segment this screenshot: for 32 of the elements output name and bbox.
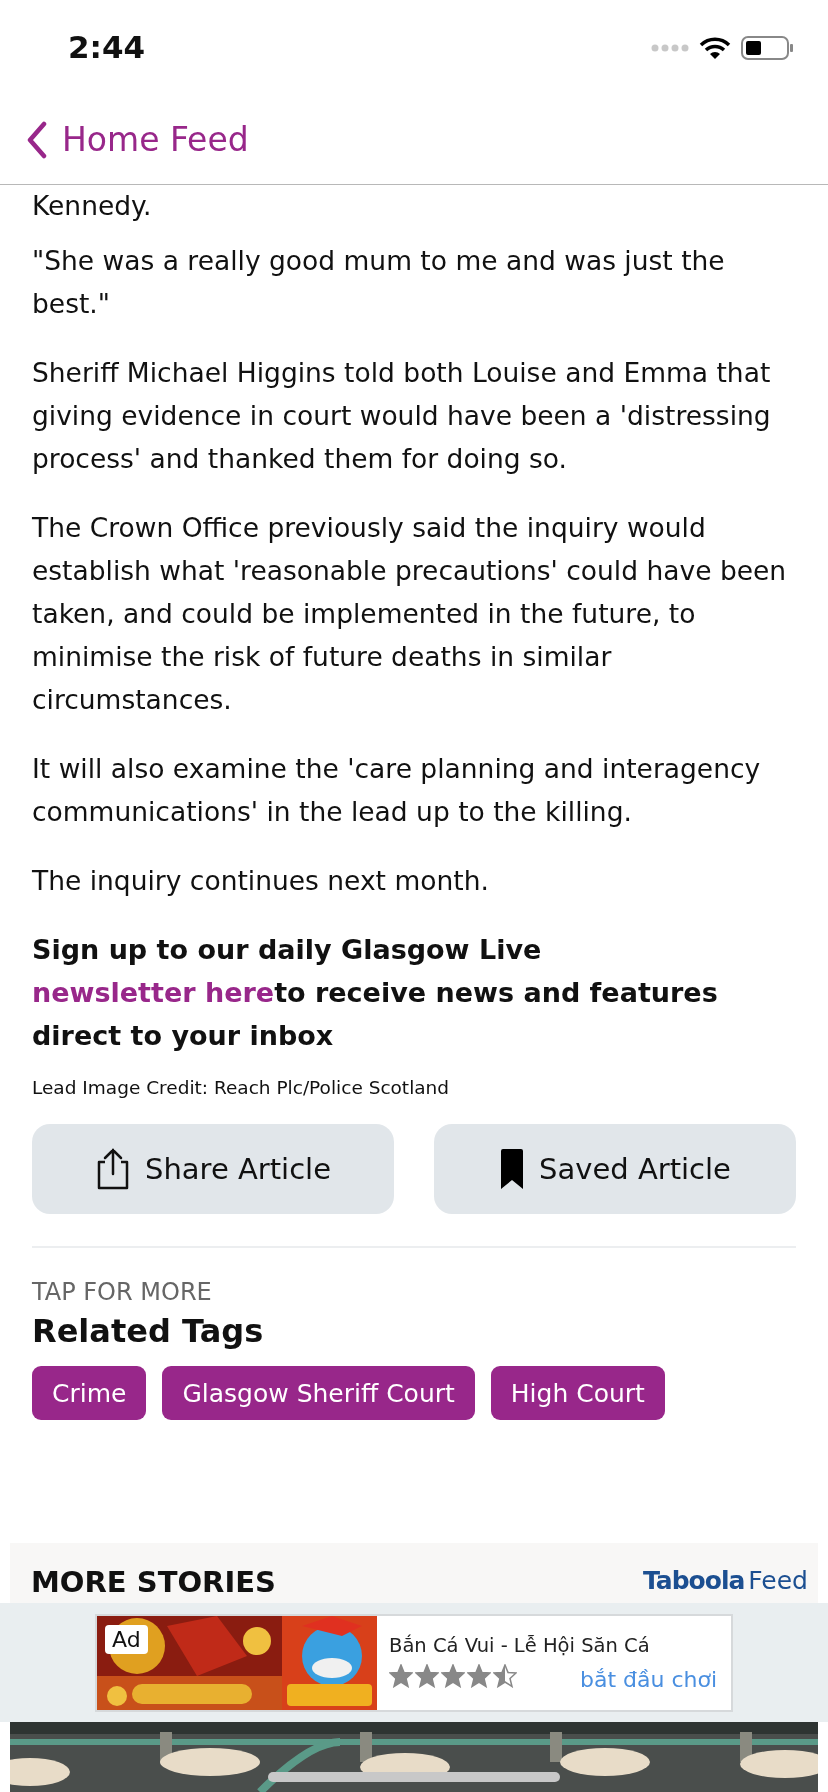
save-button[interactable]: Saved Article bbox=[434, 1124, 796, 1214]
back-chevron-icon bbox=[26, 120, 48, 159]
clock-time: 2:44 bbox=[68, 28, 146, 65]
bookmark-icon bbox=[499, 1148, 526, 1190]
section-title: MORE STORIES bbox=[31, 1565, 276, 1599]
battery-icon bbox=[741, 35, 794, 60]
tag-chip[interactable]: Glasgow Sheriff Court bbox=[162, 1366, 475, 1420]
article-paragraph: The inquiry continues next month. bbox=[32, 864, 490, 898]
section-title: Related Tags bbox=[32, 1312, 265, 1350]
article-paragraph: Sheriff Michael Higgins told both Louise and Emma that giving evidence in court would have been a 'distressing process' and thanked them for doing so. bbox=[32, 356, 772, 476]
article-paragraph: Kennedy. bbox=[32, 189, 153, 223]
article-paragraph: "She was a really good mum to me and was just the best." bbox=[32, 244, 726, 321]
provider-label: Feed bbox=[748, 1566, 808, 1595]
article-paragraph: The Crown Office previously said the inquiry would establish what 'reasonable precautions' could have been taken, and could be implemented in the future, to minimise the risk of future deaths in similar circumstances. bbox=[32, 511, 788, 717]
star-icon bbox=[389, 1664, 413, 1688]
share-button[interactable]: Share Article bbox=[32, 1124, 394, 1214]
newsletter-link[interactable]: newsletter here bbox=[32, 977, 275, 1008]
star-icon bbox=[415, 1664, 439, 1688]
back-button[interactable]: Home Feed bbox=[26, 120, 249, 159]
ad-title: Bắn Cá Vui - Lễ Hội Săn Cá bbox=[389, 1633, 651, 1657]
image-credit: Lead Image Credit: Reach Plc/Police Scotland bbox=[32, 1077, 451, 1098]
tag-chip[interactable]: Crime bbox=[32, 1366, 147, 1420]
article-paragraph: It will also examine the 'care planning and interagency communications' in the lead up to the killing. bbox=[32, 752, 762, 829]
star-icon bbox=[467, 1664, 491, 1688]
signal-icon bbox=[651, 43, 689, 52]
tag-chip[interactable]: High Court bbox=[490, 1366, 665, 1420]
newsletter-signup-text: Sign up to our daily Glasgow Live newsletter hereto receive news and features direct to your inbox bbox=[32, 933, 719, 1053]
star-icon bbox=[441, 1664, 465, 1688]
star-icon bbox=[493, 1664, 517, 1688]
provider-logo: Taboola bbox=[642, 1566, 745, 1595]
wifi-icon bbox=[699, 35, 731, 60]
section-kicker: TAP FOR MORE bbox=[32, 1278, 213, 1306]
